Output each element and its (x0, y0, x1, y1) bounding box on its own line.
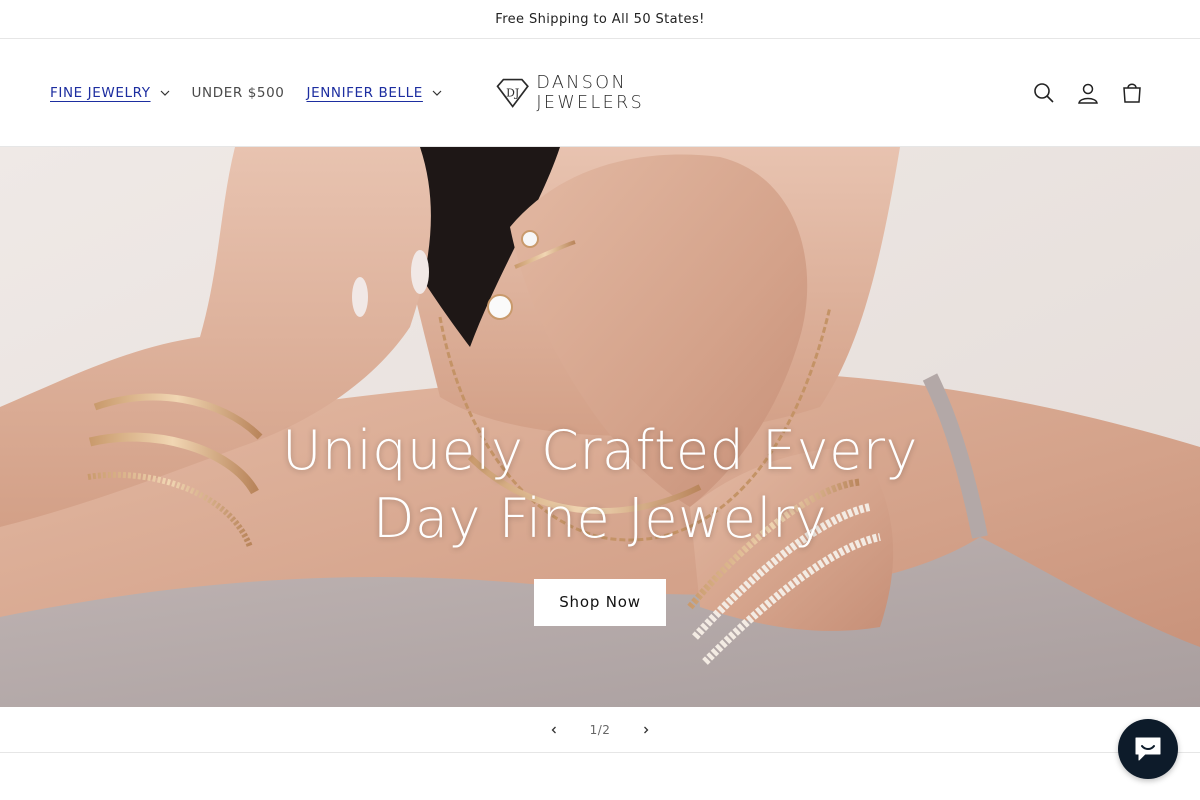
brand-name: DANSON JEWELERS (536, 73, 645, 113)
hero-banner: Uniquely Crafted Every Day Fine Jewelry … (0, 147, 1200, 707)
cart-icon[interactable] (1110, 71, 1154, 115)
chat-icon (1135, 737, 1161, 761)
chevron-down-icon (160, 88, 170, 98)
hero-content: Uniquely Crafted Every Day Fine Jewelry … (0, 417, 1200, 626)
nav-item-label[interactable]: FINE JEWELRY (50, 85, 151, 101)
slideshow-controls: 1/2 (0, 707, 1200, 753)
announcement-text: Free Shipping to All 50 States! (495, 11, 705, 27)
announcement-bar: Free Shipping to All 50 States! (0, 0, 1200, 39)
diamond-logo-icon: DJ (496, 78, 529, 108)
main-nav: FINE JEWELRY UNDER $500 JENNIFER BELLE (50, 39, 464, 147)
chat-button[interactable] (1118, 719, 1178, 779)
nav-item-fine-jewelry[interactable]: FINE JEWELRY (50, 85, 170, 101)
brand-logo[interactable]: DJ DANSON JEWELERS (495, 73, 710, 113)
hero-title: Uniquely Crafted Every Day Fine Jewelry (282, 419, 918, 550)
search-icon[interactable] (1022, 71, 1066, 115)
chevron-left-icon (551, 726, 556, 733)
account-icon[interactable] (1066, 71, 1110, 115)
previous-slide-button[interactable] (532, 708, 576, 752)
header-icons (1022, 39, 1154, 147)
nav-item-label[interactable]: UNDER $500 (192, 85, 285, 101)
site-header: FINE JEWELRY UNDER $500 JENNIFER BELLE D… (0, 39, 1200, 147)
brand-monogram: DJ (506, 86, 519, 99)
shop-now-button[interactable]: Shop Now (534, 579, 666, 626)
chevron-right-icon (644, 726, 649, 733)
nav-item-label[interactable]: JENNIFER BELLE (306, 85, 422, 101)
next-slide-button[interactable] (624, 708, 668, 752)
nav-item-jennifer-belle[interactable]: JENNIFER BELLE (306, 85, 442, 101)
chevron-down-icon (432, 88, 442, 98)
nav-item-under-500[interactable]: UNDER $500 (192, 85, 285, 101)
slide-counter: 1/2 (589, 722, 611, 737)
